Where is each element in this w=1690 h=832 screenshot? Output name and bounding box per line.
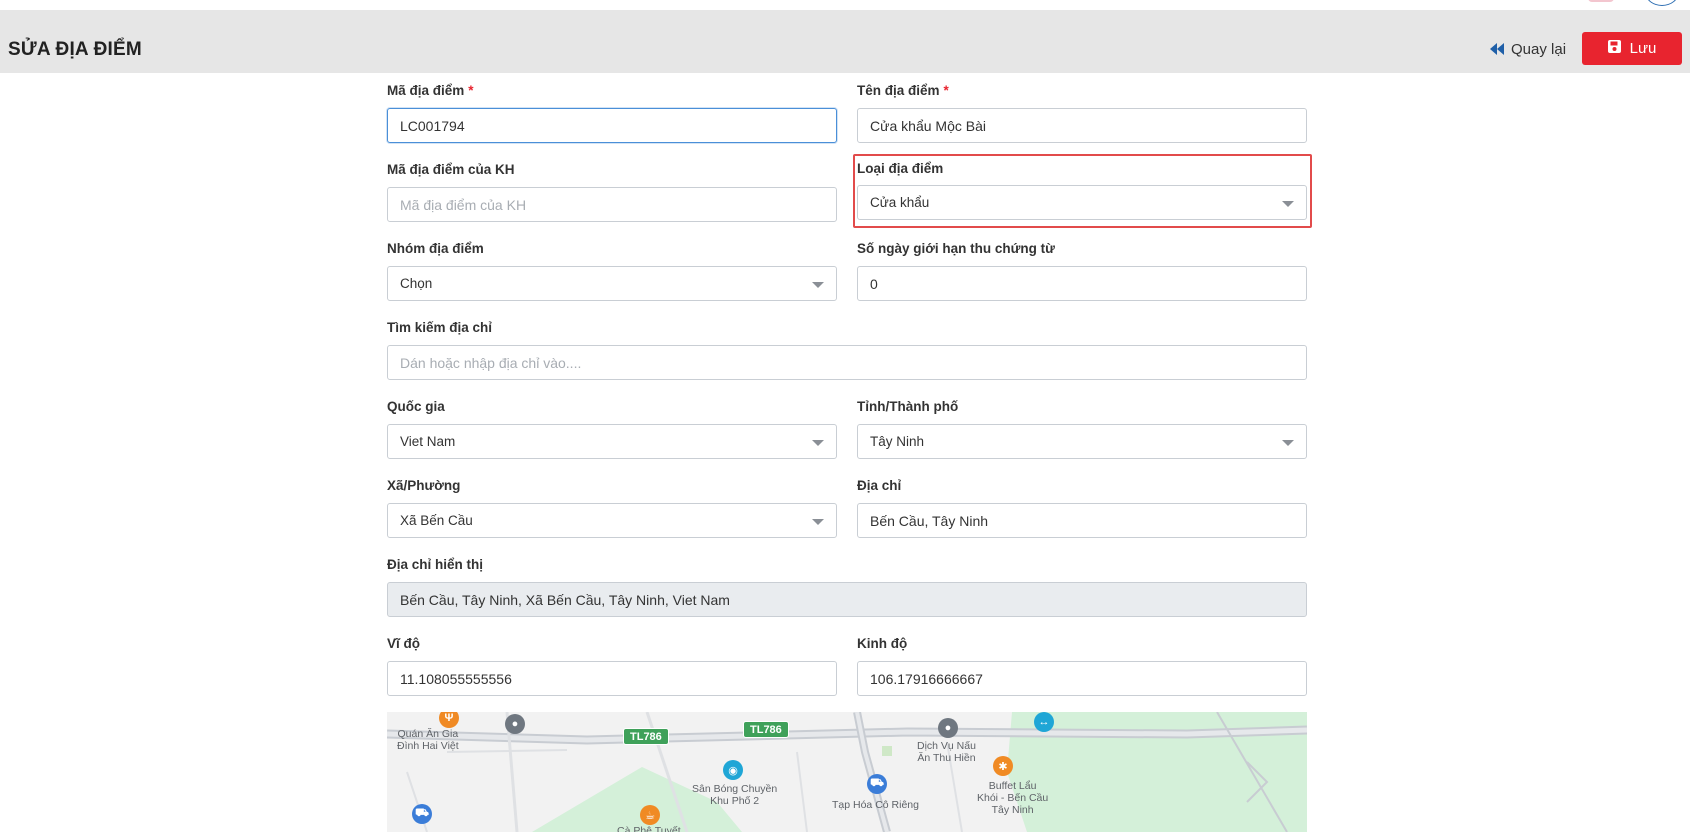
chevron-down-icon [1282,201,1294,207]
dia-chi-label: Địa chỉ [857,478,902,493]
map-place-label: Dịch Vụ Nấu Ăn Thu Hiền [917,740,976,764]
chevron-down-icon [812,519,824,525]
chevron-down-icon [812,440,824,446]
shop-icon[interactable]: ⛟ [412,804,432,824]
quoc-gia-value: Viet Nam [400,434,456,449]
page-title: SỬA ĐỊA ĐIỂM [8,39,142,60]
page-header: SỬA ĐỊA ĐIỂM Quay lại Lưu [0,10,1690,73]
chevron-down-icon [1282,440,1294,446]
map-place-label: Cà Phê Tuyết [617,825,681,832]
save-label: Lưu [1629,40,1657,57]
vi-do-label: Vĩ độ [387,636,420,651]
ten-dia-diem-label: Tên địa điểm * [857,83,949,98]
road-badge: TL786 [623,728,669,745]
volleyball-icon[interactable]: ◉ [723,760,743,780]
kinh-do-label: Kinh độ [857,636,908,651]
address-search-input[interactable]: Dán hoặc nhập địa chỉ vào.... [387,345,1307,380]
road-badge: TL786 [743,721,789,738]
save-button[interactable]: Lưu [1582,32,1682,65]
dia-chi-hien-thi-label: Địa chỉ hiển thị [387,557,484,572]
shop-icon[interactable]: ⛟ [867,774,887,794]
nhom-dia-diem-select[interactable]: Chọn [387,266,837,301]
ma-dia-diem-label: Mã địa điểm * [387,83,474,98]
required-mark: * [468,83,474,98]
loai-dia-diem-value: Cửa khẩu [870,195,930,210]
food-icon[interactable]: ✱ [993,756,1013,776]
user-avatar[interactable] [1645,0,1679,6]
map-canvas[interactable] [387,712,1307,832]
ma-dia-diem-kh-input[interactable]: Mã địa điểm của KH [387,187,837,222]
quoc-gia-label: Quốc gia [387,399,445,414]
ten-dia-diem-input[interactable]: Cửa khẩu Mộc Bài [857,108,1307,143]
location-map[interactable]: TL786 TL786 Ψ ● ● ↔ ◉ ✱ ⛟ ⛟ ☕ Quán Ăn Gi… [387,712,1307,832]
map-place-label: Quán Ăn Gia Đình Hai Việt [397,728,459,752]
top-strip [0,0,1690,10]
dia-chi-hien-thi-field: Bến Cầu, Tây Ninh, Xã Bến Cầu, Tây Ninh,… [387,582,1307,617]
sports-icon[interactable]: ↔ [1034,712,1054,732]
map-place-label: Sân Bóng Chuyền Khu Phố 2 [692,783,778,807]
so-ngay-input[interactable]: 0 [857,266,1307,301]
loai-dia-diem-select[interactable]: Cửa khẩu [857,185,1307,220]
back-label: Quay lại [1511,40,1567,58]
nhom-dia-diem-value: Chọn [400,276,433,291]
loai-dia-diem-label: Loại địa điểm [857,161,944,176]
chevron-down-icon [812,282,824,288]
tinh-thanh-label: Tỉnh/Thành phố [857,399,959,414]
place-pin-icon[interactable]: ● [938,718,958,738]
so-ngay-label: Số ngày giới hạn thu chứng từ [857,241,1055,256]
ma-dia-diem-input[interactable]: LC001794 [387,108,837,143]
quoc-gia-select[interactable]: Viet Nam [387,424,837,459]
map-place-label: Buffet Lẩu Khói - Bến Cầu Tây Ninh [977,780,1049,816]
cafe-icon[interactable]: ☕ [640,805,660,825]
back-button[interactable]: Quay lại [1490,35,1566,63]
dia-chi-input[interactable]: Bến Cầu, Tây Ninh [857,503,1307,538]
required-mark: * [943,83,949,98]
nhom-dia-diem-label: Nhóm địa điểm [387,241,484,256]
ma-dia-diem-kh-label: Mã địa điểm của KH [387,162,515,177]
vi-do-input[interactable]: 11.108055555556 [387,661,837,696]
xa-phuong-label: Xã/Phường [387,478,461,493]
save-icon [1607,40,1621,57]
backward-icon [1490,43,1504,55]
tim-kiem-label: Tìm kiếm địa chỉ [387,320,493,335]
place-pin-icon[interactable]: ● [505,714,525,734]
xa-phuong-select[interactable]: Xã Bến Cầu [387,503,837,538]
xa-phuong-value: Xã Bến Cầu [400,513,473,528]
notification-badge[interactable] [1588,0,1614,2]
map-place-label: Tạp Hóa Cô Riêng [832,799,919,811]
tinh-thanh-select[interactable]: Tây Ninh [857,424,1307,459]
tinh-thanh-value: Tây Ninh [870,434,925,449]
kinh-do-input[interactable]: 106.17916666667 [857,661,1307,696]
